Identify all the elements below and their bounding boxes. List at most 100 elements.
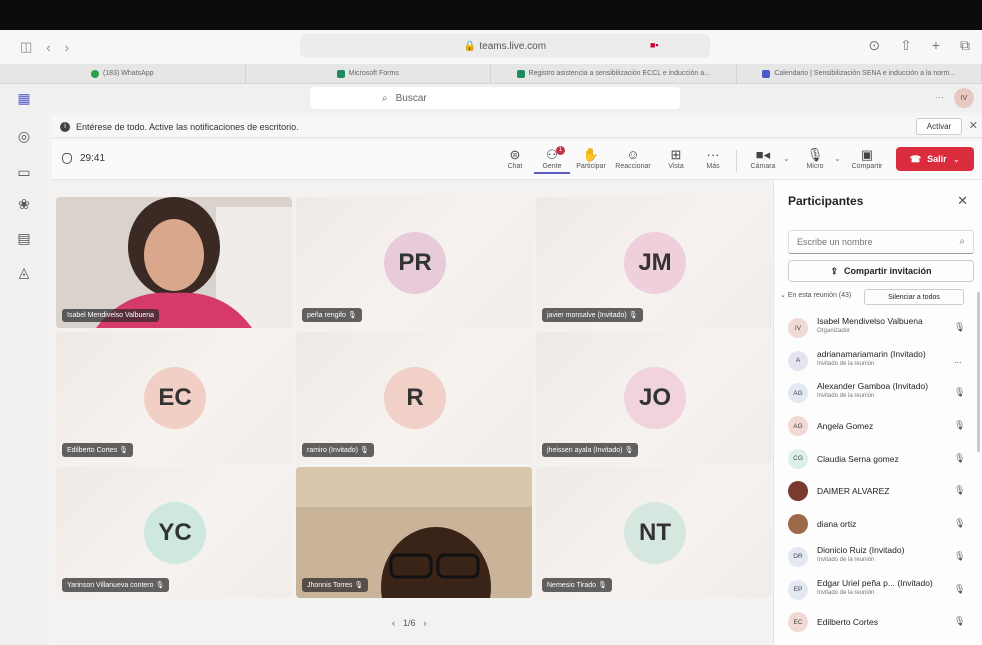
video-tile[interactable]: NT Nemesio Tirado 🎙 bbox=[536, 467, 772, 598]
back-icon[interactable]: ‹ bbox=[46, 40, 50, 55]
list-item[interactable]: diana ortiz 🎙 bbox=[774, 508, 982, 541]
sidebar-toggle-icon[interactable]: ◫ bbox=[20, 39, 32, 55]
people-badge: 1 bbox=[556, 146, 565, 155]
video-tile[interactable]: JO jheissen ayala (Invitado) 🎙 bbox=[536, 332, 772, 463]
profile-avatar[interactable]: IV bbox=[954, 88, 974, 108]
list-item[interactable]: A adrianamariamarin (Invitado) Invitado … bbox=[774, 345, 982, 378]
address-bar[interactable]: 🔒 teams.live.com ■▪ bbox=[300, 34, 710, 58]
participant-name: diana ortiz bbox=[817, 519, 857, 530]
close-icon[interactable]: ✕ bbox=[969, 119, 978, 132]
close-icon[interactable]: ✕ bbox=[957, 193, 968, 209]
participant-role: Invitado de la reunión bbox=[817, 556, 875, 563]
participant-name: Angela Gomez bbox=[817, 421, 874, 432]
search-input[interactable]: ⌕ Buscar bbox=[310, 87, 680, 109]
chevron-down-icon: ⌄ bbox=[952, 153, 961, 164]
new-tab-icon[interactable]: + bbox=[932, 37, 940, 54]
tab-forms[interactable]: Microsoft Forms bbox=[246, 64, 491, 83]
more-options-icon[interactable]: ··· bbox=[935, 92, 944, 102]
video-tile[interactable]: YC Yarinson Villanueva contero 🎙 bbox=[56, 467, 292, 598]
avatar bbox=[788, 514, 808, 535]
gallery-pager: ‹ 1/6 › bbox=[392, 618, 427, 628]
whatsapp-icon bbox=[90, 69, 99, 78]
mic-off-icon: 🎙 bbox=[954, 616, 966, 627]
share-icon: ⇪ bbox=[830, 265, 839, 276]
search-icon: ⌕ bbox=[959, 236, 965, 247]
meeting-timer: 29:41 bbox=[62, 153, 105, 164]
list-item[interactable]: IV Isabel Mendivelso Valbuena Organizado… bbox=[774, 312, 982, 345]
meet-rail-icon[interactable]: ▭ bbox=[0, 164, 48, 181]
participants-panel: Participantes ✕ Escribe un nombre ⌕ ⇪ Co… bbox=[773, 180, 982, 645]
video-stage: Isabel Mendivelso Valbuena PR peña rengi… bbox=[52, 180, 772, 645]
participant-search-input[interactable]: Escribe un nombre ⌕ bbox=[788, 230, 974, 254]
chat-icon: ⊜ bbox=[509, 147, 521, 162]
more-button[interactable]: ··· Más bbox=[695, 146, 731, 170]
download-icon[interactable]: ⊙ bbox=[868, 37, 880, 54]
activity-bell-icon[interactable]: ◬ bbox=[0, 264, 48, 281]
chat-button[interactable]: ⊜ Chat bbox=[497, 146, 533, 170]
video-tile[interactable]: R ramiro (Invitado) 🎙 bbox=[296, 332, 532, 463]
chevron-right-icon[interactable]: › bbox=[424, 618, 427, 628]
camera-button[interactable]: ■◂ Cámara bbox=[745, 146, 781, 170]
video-tile[interactable]: JM javier monsalve (Invitado) 🎙 bbox=[536, 197, 772, 328]
list-item[interactable]: AG Alexander Gamboa (Invitado) Invitado … bbox=[774, 377, 982, 410]
teams-logo-icon[interactable]: ▦ bbox=[0, 90, 48, 107]
participant-name: Isabel Mendivelso Valbuena bbox=[817, 316, 923, 326]
notification-text: Entérese de todo. Active las notificacio… bbox=[76, 121, 299, 132]
video-tile[interactable]: PR peña rengifo 🎙 bbox=[296, 197, 532, 328]
mic-button[interactable]: 🎙 Micro bbox=[797, 146, 833, 170]
teams-header: ⌕ Buscar ··· IV bbox=[0, 84, 982, 112]
avatar: EP bbox=[788, 579, 808, 600]
participant-name: Edgar Uriel peña p... (Invitado) bbox=[817, 577, 933, 588]
forms-icon bbox=[336, 69, 345, 78]
hand-icon: ✋ bbox=[582, 147, 600, 162]
communities-rail-icon[interactable]: ❀ bbox=[0, 196, 48, 213]
participant-name: Alexander Gamboa (Invitado) bbox=[817, 381, 929, 392]
meeting-toolbar: 29:41 ⊜ Chat ⚇ 1 Gente ✋ Participar ☺ Reaccio… bbox=[52, 140, 982, 180]
ellipsis-icon[interactable]: ... bbox=[954, 355, 962, 365]
search-icon: ⌕ bbox=[382, 92, 388, 104]
mute-all-button[interactable]: Silenciar a todos bbox=[864, 289, 964, 305]
avatar bbox=[788, 481, 808, 502]
video-tile[interactable]: Jhonnis Torres 🎙 bbox=[296, 467, 532, 598]
avatar: AG bbox=[788, 416, 808, 437]
participant-name: Yarinson Villanueva contero 🎙 bbox=[62, 578, 170, 592]
chevron-down-icon: ⌄ bbox=[780, 292, 786, 299]
tabs-overview-icon[interactable]: ⧉ bbox=[960, 37, 970, 54]
activate-button[interactable]: Activar bbox=[916, 118, 962, 135]
list-item[interactable]: DR Dionicio Ruiz (Invitado) Invitado de … bbox=[774, 541, 982, 574]
leave-button[interactable]: ☎ Salir ⌄ bbox=[896, 147, 974, 171]
chevron-down-icon[interactable]: ⌄ bbox=[783, 154, 790, 163]
list-item[interactable]: EP Edgar Uriel peña p... (Invitado) Invi… bbox=[774, 574, 982, 607]
mic-off-icon: 🎙 bbox=[954, 583, 966, 594]
chevron-left-icon[interactable]: ‹ bbox=[392, 618, 395, 628]
share-icon[interactable]: ⇧ bbox=[900, 37, 912, 54]
avatar: YC bbox=[144, 502, 206, 564]
tab-whatsapp[interactable]: (183) WhatsApp bbox=[0, 64, 246, 83]
chat-rail-icon[interactable]: ◎ bbox=[0, 128, 48, 145]
list-item[interactable]: CG Claudia Serna gomez 🎙 bbox=[774, 443, 982, 476]
share-button[interactable]: ▣ Compartir bbox=[849, 146, 885, 170]
camera-icon: ■◂ bbox=[755, 147, 771, 162]
tab-calendario[interactable]: Calendario | Sensibilización SENA e indu… bbox=[737, 64, 982, 83]
list-item[interactable]: EC Edilberto Cortes 🎙 bbox=[774, 606, 982, 639]
react-button[interactable]: ☺ Reaccionar bbox=[615, 146, 651, 170]
mic-off-icon: 🎙 bbox=[954, 518, 966, 529]
in-meeting-section[interactable]: ⌄ En esta reunión (43) bbox=[780, 291, 851, 299]
forward-icon[interactable]: › bbox=[65, 40, 69, 55]
chevron-down-icon[interactable]: ⌄ bbox=[834, 154, 841, 163]
mic-off-icon: 🎙 bbox=[354, 582, 364, 589]
app-rail: ▦ ◎ ▭ ❀ ▤ ◬ bbox=[0, 84, 48, 645]
view-button[interactable]: ⊞ Vista bbox=[658, 146, 694, 170]
recording-icon: ■▪ bbox=[650, 40, 659, 50]
list-item[interactable]: AG Angela Gomez 🎙 bbox=[774, 410, 982, 443]
calendar-rail-icon[interactable]: ▤ bbox=[0, 230, 48, 247]
mic-off-icon: 🎙 bbox=[119, 447, 129, 454]
people-button[interactable]: ⚇ 1 Gente bbox=[534, 146, 570, 174]
tab-registro[interactable]: Registro asistencia a sensibilización EC… bbox=[491, 64, 737, 83]
list-item[interactable]: DAIMER ALVAREZ 🎙 bbox=[774, 475, 982, 508]
video-tile[interactable]: Isabel Mendivelso Valbuena bbox=[56, 197, 292, 328]
share-invite-button[interactable]: ⇪ Compartir invitación bbox=[788, 260, 974, 282]
mic-off-icon: 🎙 bbox=[954, 452, 966, 463]
video-tile[interactable]: EC Edilberto Cortes 🎙 bbox=[56, 332, 292, 463]
raise-hand-button[interactable]: ✋ Participar bbox=[573, 146, 609, 170]
